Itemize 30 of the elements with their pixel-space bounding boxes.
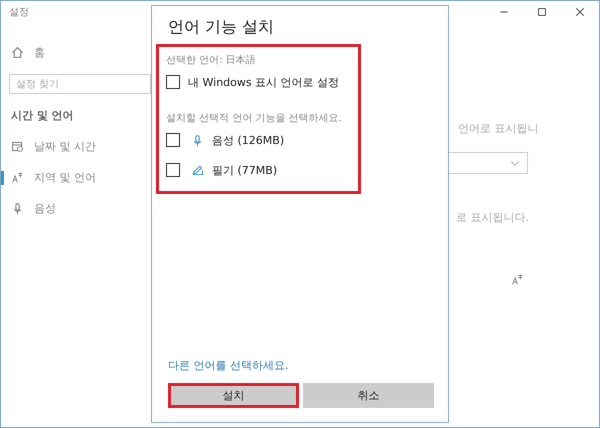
checkbox-label: 내 Windows 표시 언어로 설정 [188, 74, 340, 90]
window-title: 설정 [9, 6, 29, 19]
section-heading: 시간 및 언어 [11, 108, 75, 123]
microphone-icon [191, 134, 204, 146]
checkbox[interactable] [166, 163, 180, 177]
maximize-icon[interactable] [536, 6, 548, 18]
checkbox[interactable] [166, 75, 180, 89]
description-text: 로 표시됩니다. [456, 210, 529, 225]
language-icon [11, 171, 24, 184]
pen-icon [191, 164, 204, 176]
microphone-icon [11, 202, 24, 215]
calendar-icon [11, 140, 24, 153]
home-label: 홈 [34, 45, 45, 60]
dialog-title: 언어 기능 설치 [167, 16, 276, 38]
sidebar-item[interactable]: 날짜 및 시간 [34, 139, 96, 154]
sidebar-item[interactable]: 지역 및 언어 [34, 170, 96, 185]
link[interactable]: 다른 언어를 선택하세요. [168, 358, 288, 373]
instruction-text: 설치할 선택적 언어 기능을 선택하세요. [166, 112, 343, 125]
dialog-button[interactable]: 설치 [168, 383, 299, 408]
close-icon[interactable] [574, 6, 586, 18]
description-text: 언어로 표시됩니 [458, 121, 538, 136]
selected-language: 선택한 언어: 日本語 [166, 54, 257, 67]
checkbox-label: 필기 (77MB) [212, 162, 278, 178]
home-icon [11, 46, 24, 59]
dialog-button[interactable]: 취소 [303, 383, 434, 408]
search-field[interactable]: 설정 찾기 [9, 74, 151, 94]
checkbox[interactable] [166, 133, 180, 147]
checkbox-label: 음성 (126MB) [212, 132, 284, 148]
language-icon [511, 273, 524, 286]
sidebar-item[interactable]: 음성 [34, 201, 56, 216]
